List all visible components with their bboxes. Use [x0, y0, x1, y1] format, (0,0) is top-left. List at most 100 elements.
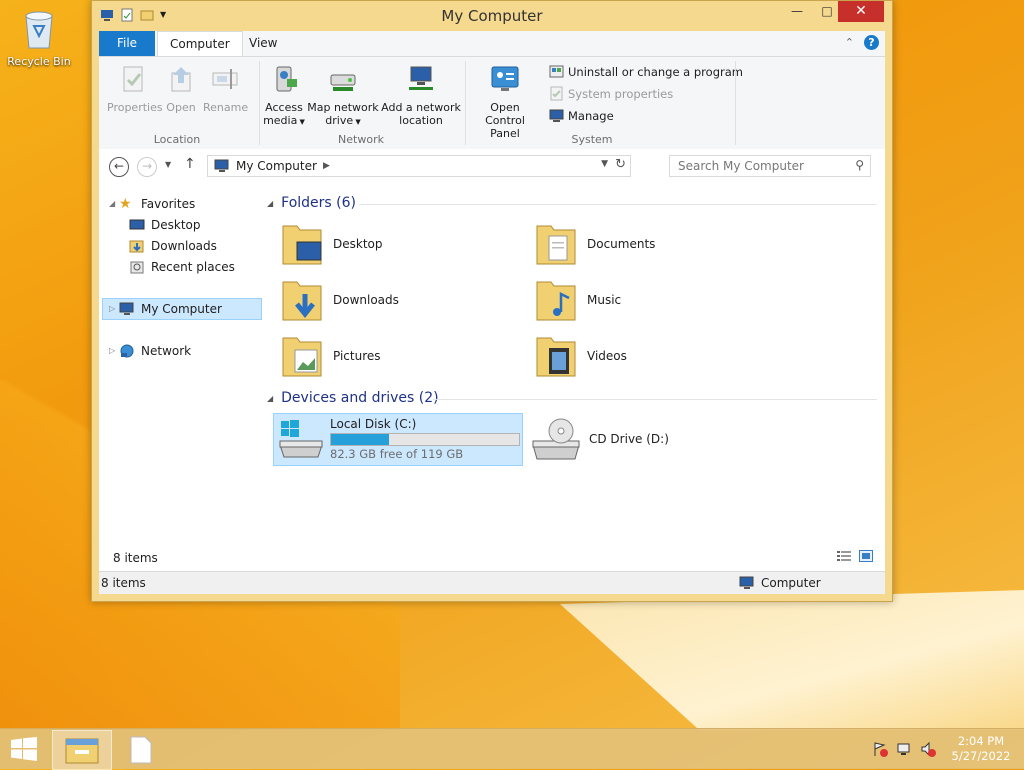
tree-item-downloads[interactable]: Downloads — [129, 236, 217, 256]
manage-icon — [549, 109, 564, 122]
documents-folder-icon — [536, 225, 576, 265]
file-explorer-icon — [65, 738, 99, 764]
access-media-button[interactable]: Access media ▼ — [263, 63, 305, 129]
status-items-count: 8 items — [101, 576, 146, 590]
tab-view[interactable]: View — [237, 31, 289, 56]
tree-item-network[interactable]: ▷ Network — [109, 341, 191, 361]
view-toggle — [837, 550, 873, 562]
taskbar-notepad-icon[interactable] — [128, 736, 154, 764]
ribbon-separator — [259, 61, 260, 145]
folder-pictures[interactable]: Pictures — [281, 332, 381, 380]
recycle-bin-icon — [25, 11, 53, 49]
network-status-icon[interactable] — [896, 741, 912, 757]
open-button[interactable]: Open — [161, 63, 201, 114]
status-location: Computer — [739, 576, 821, 590]
folders-section-header[interactable]: ◢ Folders (6) — [267, 195, 356, 211]
folder-music[interactable]: Music — [535, 276, 621, 324]
expanded-triangle-icon[interactable]: ◢ — [267, 199, 273, 208]
clock[interactable]: 2:04 PM 5/27/2022 — [948, 734, 1014, 764]
ribbon-separator — [735, 61, 736, 145]
help-icon[interactable]: ? — [864, 35, 879, 50]
ribbon: Properties Open Rename Location Access m… — [99, 56, 885, 150]
downloads-icon — [129, 240, 144, 253]
drive-local-disk-c[interactable]: Local Disk (C:) 82.3 GB free of 119 GB — [273, 413, 523, 466]
windows-drive-icon — [279, 420, 323, 458]
chevron-right-icon[interactable]: ▶ — [323, 161, 330, 171]
section-divider — [433, 399, 877, 400]
action-center-flag-icon[interactable] — [872, 741, 888, 757]
forward-button[interactable]: → — [137, 157, 157, 177]
rename-button[interactable]: Rename — [203, 63, 248, 114]
content-area: ◢ ★ Favorites Desktop Downloads Recent p… — [99, 185, 885, 571]
computer-icon — [214, 159, 229, 172]
system-tray — [872, 741, 936, 757]
system-properties-button[interactable]: System properties — [549, 86, 673, 101]
ribbon-separator — [465, 61, 466, 145]
media-server-icon — [276, 66, 297, 92]
expanded-triangle-icon[interactable]: ◢ — [109, 194, 119, 214]
open-icon — [171, 67, 191, 92]
tree-item-desktop[interactable]: Desktop — [129, 215, 201, 235]
collapsed-triangle-icon[interactable]: ▷ — [109, 341, 119, 361]
large-icons-view-icon[interactable] — [859, 550, 873, 562]
up-button[interactable]: ↑ — [184, 156, 196, 172]
details-view-icon[interactable] — [837, 550, 851, 562]
programs-icon — [549, 65, 564, 78]
folder-downloads[interactable]: Downloads — [281, 276, 399, 324]
desktop-icon — [129, 219, 145, 230]
close-button[interactable]: ✕ — [838, 1, 884, 22]
tree-item-favorites[interactable]: ◢ ★ Favorites — [109, 194, 195, 214]
location-group-label: Location — [153, 133, 201, 146]
search-input[interactable]: Search My Computer ⚲ — [669, 155, 871, 177]
tree-item-recent-places[interactable]: Recent places — [129, 257, 235, 277]
network-location-icon — [409, 66, 433, 90]
collapse-ribbon-icon[interactable]: ⌃ — [845, 36, 854, 49]
folder-desktop[interactable]: Desktop — [281, 220, 383, 268]
drive-name: Local Disk (C:) — [330, 417, 417, 431]
tree-item-my-computer[interactable]: ▷ My Computer — [102, 298, 262, 320]
volume-muted-icon[interactable] — [920, 741, 936, 757]
network-drive-icon — [330, 74, 356, 91]
collapsed-triangle-icon[interactable]: ▷ — [109, 299, 119, 319]
desktop-folder-icon — [282, 225, 322, 265]
refresh-icon[interactable]: ↻ — [615, 157, 626, 172]
map-network-drive-button[interactable]: Map network drive ▼ — [307, 63, 379, 129]
search-icon: ⚲ — [855, 158, 864, 172]
add-network-location-button[interactable]: Add a network location — [381, 63, 461, 127]
folder-videos[interactable]: Videos — [535, 332, 627, 380]
drive-usage-fill — [331, 434, 390, 445]
recent-locations-chevron-icon[interactable]: ▼ — [165, 160, 171, 169]
recycle-bin-desktop-icon[interactable]: Recycle Bin — [6, 8, 72, 68]
drive-cd-d[interactable]: CD Drive (D:) — [531, 417, 669, 461]
star-icon: ★ — [119, 196, 132, 212]
devices-section-header[interactable]: ◢ Devices and drives (2) — [267, 390, 439, 406]
taskbar: 2:04 PM 5/27/2022 — [0, 728, 1024, 770]
address-text: My Computer — [236, 159, 317, 173]
pictures-folder-icon — [282, 337, 322, 377]
manage-button[interactable]: Manage — [549, 108, 614, 123]
expanded-triangle-icon[interactable]: ◢ — [267, 394, 273, 403]
rename-icon — [212, 69, 238, 89]
uninstall-program-button[interactable]: Uninstall or change a program — [549, 64, 743, 79]
clock-date: 5/27/2022 — [951, 749, 1011, 763]
title-bar[interactable]: ▼ My Computer — □ ✕ — [92, 1, 892, 31]
computer-icon — [119, 302, 134, 315]
navigation-bar: ← → ▼ ↑ My Computer ▶ ▼ ↻ Search My Comp… — [99, 149, 885, 185]
videos-folder-icon — [536, 337, 576, 377]
start-button[interactable] — [10, 737, 38, 761]
address-dropdown-icon[interactable]: ▼ — [601, 159, 608, 169]
properties-button[interactable]: Properties — [107, 63, 163, 114]
explorer-window: ▼ My Computer — □ ✕ File Computer View ⌃… — [91, 0, 893, 602]
minimize-button[interactable]: — — [780, 1, 814, 22]
tab-computer[interactable]: Computer — [157, 31, 243, 56]
back-button[interactable]: ← — [109, 157, 129, 177]
tab-file[interactable]: File — [99, 31, 155, 56]
taskbar-file-explorer[interactable] — [52, 730, 112, 770]
open-control-panel-button[interactable]: Open Control Panel — [469, 63, 541, 140]
status-bar: 8 items Computer — [99, 571, 885, 594]
address-bar[interactable]: My Computer ▶ ▼ ↻ — [207, 155, 631, 177]
ribbon-tabs: File Computer View ⌃ ? — [99, 31, 885, 56]
folder-documents[interactable]: Documents — [535, 220, 655, 268]
properties-icon — [123, 66, 143, 92]
wallpaper-shape — [560, 590, 1024, 730]
